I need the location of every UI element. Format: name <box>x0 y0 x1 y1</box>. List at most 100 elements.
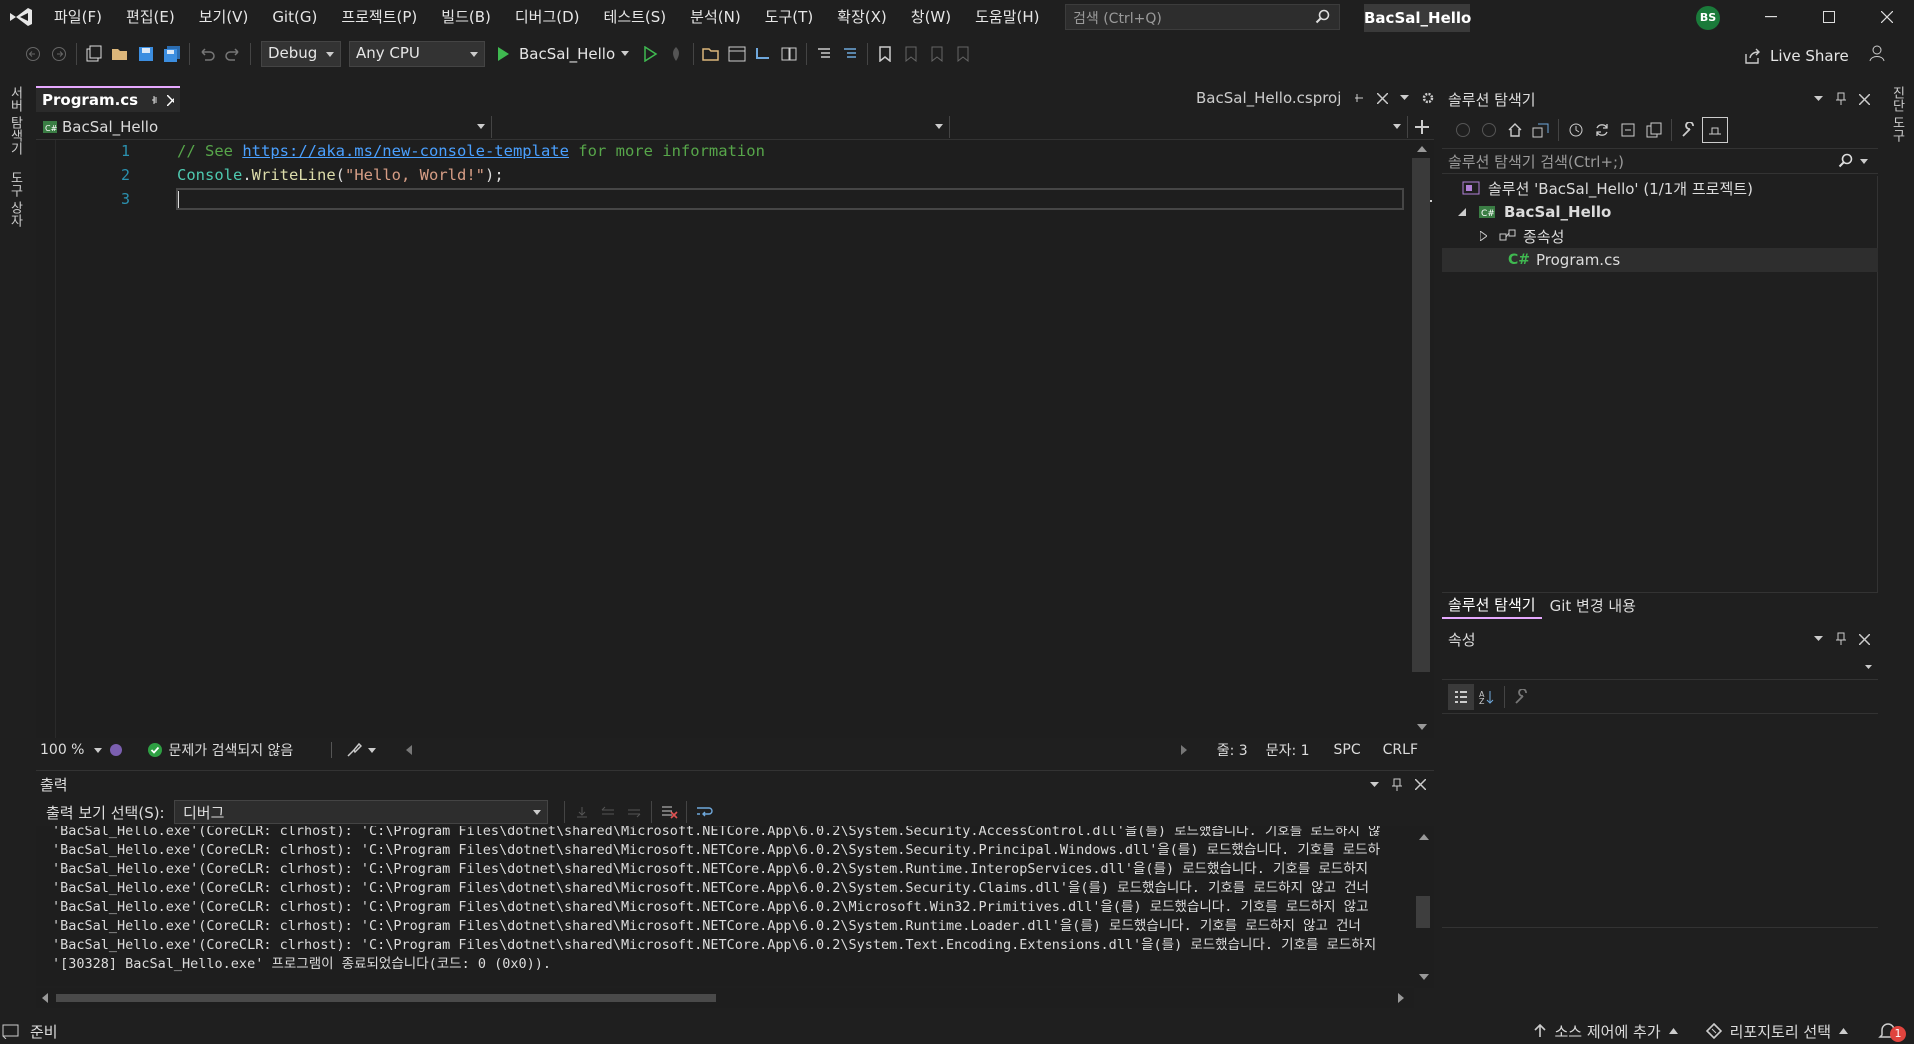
menu-item-9[interactable]: 도구(T) <box>753 0 825 34</box>
clear-all-icon[interactable] <box>656 799 682 825</box>
switch-views-icon[interactable] <box>1528 117 1554 143</box>
close-icon[interactable] <box>167 94 174 106</box>
back-icon[interactable] <box>1450 117 1476 143</box>
uncomment-icon[interactable] <box>837 41 863 67</box>
menu-item-6[interactable]: 디버그(D) <box>503 0 592 34</box>
home-icon[interactable] <box>1502 117 1528 143</box>
pending-changes-icon[interactable] <box>1563 117 1589 143</box>
property-pages-icon[interactable] <box>1509 684 1535 710</box>
chevron-down-icon[interactable] <box>1814 636 1823 642</box>
forward-nav-icon[interactable] <box>46 41 72 67</box>
tab-git-changes[interactable]: Git 변경 내용 <box>1544 593 1642 618</box>
scroll-thumb[interactable] <box>1416 896 1430 928</box>
close-window-button[interactable] <box>1858 0 1914 34</box>
tab-program-cs[interactable]: Program.cs <box>36 86 180 112</box>
pin-icon[interactable] <box>1391 778 1403 792</box>
code-editor[interactable] <box>36 140 1410 738</box>
minimize-button[interactable] <box>1742 0 1800 34</box>
menu-item-2[interactable]: 보기(V) <box>187 0 261 34</box>
prev-bookmark-icon[interactable] <box>898 41 924 67</box>
browse-folder-icon[interactable] <box>698 41 724 67</box>
step-icon[interactable] <box>750 41 776 67</box>
menu-item-10[interactable]: 확장(X) <box>825 0 899 34</box>
start-without-debug-icon[interactable] <box>637 41 663 67</box>
avatar[interactable]: BS <box>1696 6 1720 30</box>
template-link[interactable]: https://aka.ms/new-console-template <box>242 142 569 160</box>
find-message-icon[interactable] <box>569 799 595 825</box>
layout-icon[interactable] <box>724 41 750 67</box>
close-icon[interactable] <box>1415 779 1426 790</box>
clear-bookmarks-icon[interactable] <box>950 41 976 67</box>
output-source-select[interactable]: 디버그 <box>174 800 548 824</box>
diagnostic-tools-tab[interactable]: 진단 도구 <box>1888 86 1907 142</box>
repository-select-button[interactable]: 리포지토리 선택 <box>1705 1021 1848 1042</box>
notifications-button[interactable]: 1 <box>1876 1020 1906 1042</box>
menu-item-4[interactable]: 프로젝트(P) <box>329 0 429 34</box>
expanded-arrow-icon[interactable] <box>1458 208 1466 216</box>
forward-icon[interactable] <box>1476 117 1502 143</box>
scroll-thumb[interactable] <box>1412 158 1430 672</box>
project-nav-combo[interactable]: C# BacSal_Hello <box>36 116 492 138</box>
comment-out-icon[interactable] <box>811 41 837 67</box>
server-explorer-tab[interactable]: 서버 탐색기 <box>6 86 25 155</box>
whitespace-mode[interactable]: SPC <box>1334 742 1361 758</box>
chevron-down-icon[interactable] <box>1400 95 1410 101</box>
collapsed-arrow-icon[interactable] <box>1480 231 1487 241</box>
menu-item-5[interactable]: 빌드(B) <box>429 0 503 34</box>
menu-item-1[interactable]: 편집(E) <box>114 0 187 34</box>
gear-icon[interactable] <box>1421 91 1435 105</box>
menu-item-8[interactable]: 분석(N) <box>678 0 753 34</box>
close-icon[interactable] <box>1859 93 1870 105</box>
undo-icon[interactable] <box>194 41 220 67</box>
column-indicator[interactable]: 문자: 1 <box>1266 740 1310 760</box>
tab-solution-explorer[interactable]: 솔루션 탐색기 <box>1442 592 1542 619</box>
menu-item-0[interactable]: 파일(F) <box>42 0 114 34</box>
menu-item-3[interactable]: Git(G) <box>260 0 329 34</box>
vs-logo-icon[interactable] <box>0 0 42 34</box>
sync-icon[interactable] <box>1589 117 1615 143</box>
chevron-down-icon[interactable] <box>1814 96 1823 102</box>
menu-item-11[interactable]: 창(W) <box>899 0 963 34</box>
output-vertical-scrollbar[interactable] <box>1414 826 1434 988</box>
show-all-files-icon[interactable] <box>1641 117 1667 143</box>
platform-select[interactable]: Any CPU <box>349 41 485 67</box>
collapse-all-icon[interactable] <box>1615 117 1641 143</box>
properties-wrench-icon[interactable] <box>1676 117 1702 143</box>
tree-dependencies-node[interactable]: 종속성 <box>1442 224 1878 248</box>
toolbox-tab[interactable]: 도구 상자 <box>6 171 25 227</box>
cleanup-brush-icon[interactable] <box>346 742 363 758</box>
bookmark-icon[interactable] <box>872 41 898 67</box>
save-icon[interactable] <box>133 41 159 67</box>
output-horizontal-scrollbar[interactable] <box>36 988 1414 1008</box>
zoom-level[interactable]: 100 % <box>40 742 84 758</box>
line-ending[interactable]: CRLF <box>1383 742 1418 758</box>
preview-pin-icon[interactable] <box>1353 92 1365 104</box>
source-control-button[interactable]: 소스 제어에 추가 <box>1534 1021 1678 1042</box>
tree-file-node[interactable]: C# Program.cs <box>1442 248 1878 272</box>
search-input[interactable]: 검색 (Ctrl+Q) <box>1065 4 1340 30</box>
member-nav-combo[interactable] <box>952 116 1408 138</box>
redo-icon[interactable] <box>220 41 246 67</box>
output-window-icon[interactable] <box>2 1023 20 1039</box>
scroll-thumb[interactable] <box>56 994 716 1002</box>
intellicode-icon[interactable] <box>108 742 124 758</box>
split-add-icon[interactable] <box>1414 119 1430 135</box>
categorized-icon[interactable] <box>1448 683 1474 710</box>
prev-message-icon[interactable] <box>595 799 621 825</box>
next-bookmark-icon[interactable] <box>924 41 950 67</box>
chevron-down-icon[interactable] <box>1370 781 1379 788</box>
menu-item-7[interactable]: 테스트(S) <box>592 0 679 34</box>
new-project-icon[interactable] <box>81 41 107 67</box>
pin-icon[interactable] <box>1835 632 1847 646</box>
output-text-area[interactable]: 'BacSal_Hello.exe'(CoreCLR: clrhost): 'C… <box>36 826 1414 986</box>
line-indicator[interactable]: 줄: 3 <box>1217 740 1248 760</box>
save-all-icon[interactable] <box>159 41 185 67</box>
menu-item-12[interactable]: 도움말(H) <box>963 0 1051 34</box>
preview-selected-icon[interactable] <box>1702 117 1728 143</box>
word-wrap-icon[interactable] <box>691 799 717 825</box>
hot-reload-icon[interactable] <box>663 41 689 67</box>
start-debug-button[interactable]: BacSal_Hello <box>495 45 630 63</box>
copy-icon[interactable] <box>776 41 802 67</box>
back-nav-icon[interactable] <box>20 41 46 67</box>
feedback-icon[interactable] <box>1868 44 1886 62</box>
